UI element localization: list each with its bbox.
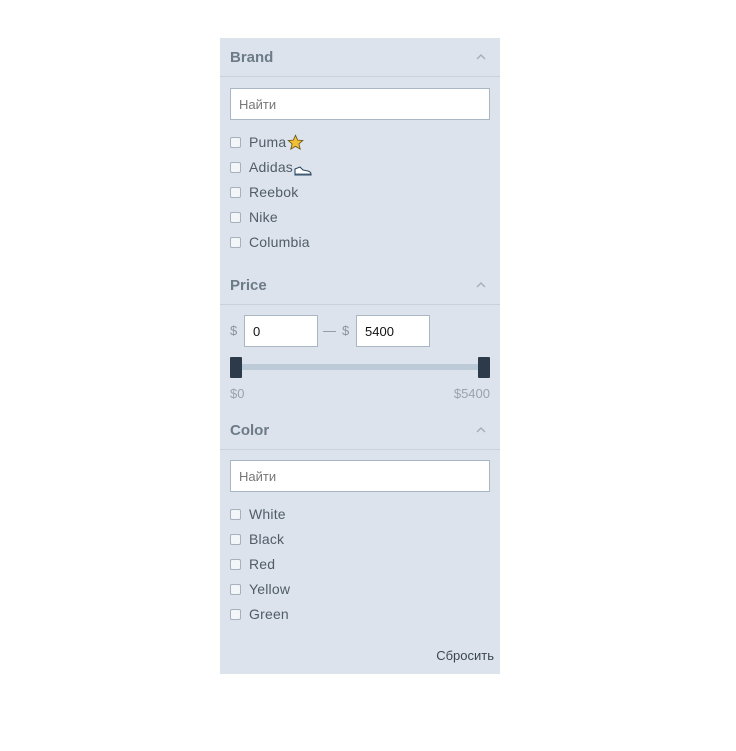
currency-symbol: $ (230, 323, 238, 338)
price-slider-track[interactable] (234, 364, 488, 370)
option-label: Puma (249, 134, 287, 150)
color-section-title: Color (230, 422, 270, 439)
checkbox[interactable] (230, 608, 241, 620)
sneaker-icon (294, 166, 312, 176)
price-range-max-label: $5400 (453, 386, 490, 401)
chevron-up-icon[interactable] (474, 50, 488, 64)
price-slider-min-handle[interactable] (230, 357, 242, 378)
price-range-min-label: $0 (230, 386, 245, 401)
price-section-header[interactable]: Price (220, 266, 500, 305)
brand-option-puma[interactable]: Puma (230, 132, 305, 152)
brand-option-adidas[interactable]: Adidas (230, 157, 312, 177)
price-section-title: Price (230, 277, 267, 294)
checkbox[interactable] (230, 533, 241, 545)
brand-option-nike[interactable]: Nike (230, 207, 278, 227)
checkbox[interactable] (230, 558, 241, 570)
checkbox[interactable] (230, 583, 241, 595)
color-option-red[interactable]: Red (230, 554, 275, 574)
color-option-green[interactable]: Green (230, 604, 289, 624)
currency-symbol: $ (342, 323, 350, 338)
option-label: Red (249, 556, 276, 572)
brand-section-title: Brand (230, 49, 274, 66)
option-label: Adidas (249, 159, 294, 175)
chevron-up-icon[interactable] (474, 423, 488, 437)
option-label: White (249, 506, 286, 522)
price-min-input[interactable] (244, 315, 318, 347)
color-option-black[interactable]: Black (230, 529, 284, 549)
chevron-up-icon[interactable] (474, 278, 488, 292)
checkbox[interactable] (230, 508, 241, 520)
checkbox[interactable] (230, 236, 241, 248)
option-label: Columbia (249, 234, 310, 250)
range-separator: — (323, 323, 336, 338)
option-label: Reebok (249, 184, 299, 200)
brand-option-reebok[interactable]: Reebok (230, 182, 298, 202)
brand-search-input[interactable] (230, 88, 490, 120)
color-option-yellow[interactable]: Yellow (230, 579, 290, 599)
checkbox[interactable] (230, 136, 241, 148)
option-label: Green (249, 606, 289, 622)
price-max-input[interactable] (356, 315, 430, 347)
price-slider-max-handle[interactable] (478, 357, 490, 378)
option-label: Black (249, 531, 285, 547)
checkbox[interactable] (230, 161, 241, 173)
star-icon (287, 133, 305, 150)
reset-filters-link[interactable]: Сбросить (436, 648, 494, 663)
color-option-white[interactable]: White (230, 504, 286, 524)
color-search-input[interactable] (230, 460, 490, 492)
brand-option-columbia[interactable]: Columbia (230, 232, 310, 252)
checkbox[interactable] (230, 211, 241, 223)
option-label: Nike (249, 209, 278, 225)
color-section-header[interactable]: Color (220, 411, 500, 450)
option-label: Yellow (249, 581, 291, 597)
filter-panel: Brand Puma Adidas Reebok Nike Columbia P… (220, 38, 500, 674)
checkbox[interactable] (230, 186, 241, 198)
brand-section-header[interactable]: Brand (220, 38, 500, 77)
